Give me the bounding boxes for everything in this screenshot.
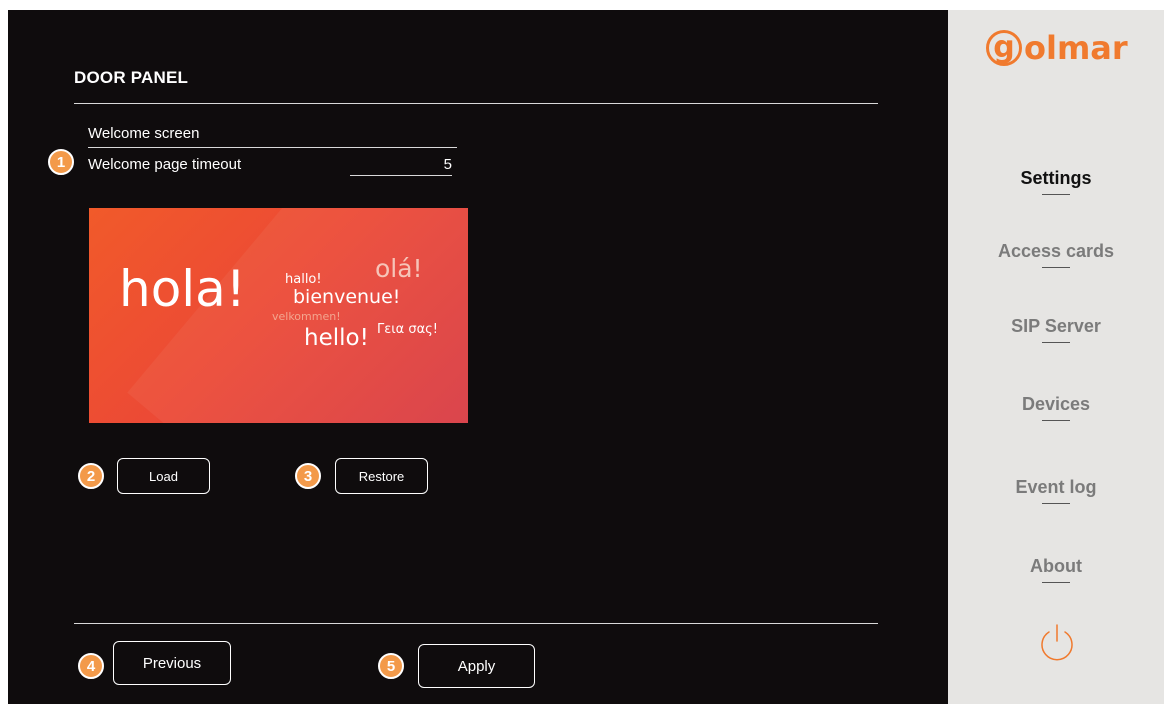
timeout-input[interactable]: 5 bbox=[350, 156, 452, 173]
callout-badge-5: 5 bbox=[378, 653, 404, 679]
preview-word-ola: olá! bbox=[375, 254, 423, 283]
footer-divider bbox=[74, 623, 878, 624]
sidebar-item-devices[interactable]: Devices bbox=[948, 394, 1164, 415]
preview-word-velkommen: velkommen! bbox=[272, 310, 341, 323]
callout-badge-2: 2 bbox=[78, 463, 104, 489]
main-panel: DOOR PANEL Welcome screen 1 Welcome page… bbox=[8, 10, 948, 704]
preview-word-hola: hola! bbox=[119, 260, 246, 318]
callout-badge-4: 4 bbox=[78, 653, 104, 679]
title-divider bbox=[74, 103, 878, 104]
callout-badge-1: 1 bbox=[48, 149, 74, 175]
load-button[interactable]: Load bbox=[117, 458, 210, 494]
previous-button[interactable]: Previous bbox=[113, 641, 231, 685]
sidebar-item-settings-underline bbox=[1042, 194, 1070, 195]
section-label: Welcome screen bbox=[88, 125, 200, 142]
section-divider bbox=[88, 147, 457, 148]
welcome-image-preview: hola! hallo! olá! bienvenue! velkommen! … bbox=[89, 208, 468, 423]
page-title: DOOR PANEL bbox=[74, 68, 189, 87]
sidebar-item-access-cards[interactable]: Access cards bbox=[948, 241, 1164, 262]
sidebar-item-about[interactable]: About bbox=[948, 556, 1164, 577]
sidebar-item-devices-underline bbox=[1042, 420, 1070, 421]
sidebar-item-about-underline bbox=[1042, 582, 1070, 583]
timeout-label: Welcome page timeout bbox=[88, 156, 242, 173]
logo-wordmark: olmar bbox=[1024, 29, 1128, 67]
sidebar-item-sip-server[interactable]: SIP Server bbox=[948, 316, 1164, 337]
apply-button[interactable]: Apply bbox=[418, 644, 535, 688]
sidebar-item-sip-server-underline bbox=[1042, 342, 1070, 343]
callout-badge-3: 3 bbox=[295, 463, 321, 489]
preview-word-greek: Γεια σας! bbox=[377, 322, 439, 337]
golmar-logo: g olmar bbox=[986, 28, 1146, 68]
sidebar-item-event-log[interactable]: Event log bbox=[948, 477, 1164, 498]
preview-word-bienvenue: bienvenue! bbox=[293, 286, 401, 308]
app-screen: DOOR PANEL Welcome screen 1 Welcome page… bbox=[8, 10, 1164, 704]
power-icon[interactable] bbox=[1037, 623, 1077, 663]
logo-g-mark: g bbox=[986, 30, 1022, 66]
sidebar-item-settings[interactable]: Settings bbox=[948, 168, 1164, 189]
sidebar-item-event-log-underline bbox=[1042, 503, 1070, 504]
sidebar: g olmar Settings Access cards SIP Server … bbox=[948, 10, 1164, 704]
sidebar-item-access-cards-underline bbox=[1042, 267, 1070, 268]
timeout-input-underline bbox=[350, 175, 452, 176]
preview-word-hello: hello! bbox=[304, 325, 369, 351]
restore-button[interactable]: Restore bbox=[335, 458, 428, 494]
preview-word-hallo: hallo! bbox=[285, 272, 322, 287]
